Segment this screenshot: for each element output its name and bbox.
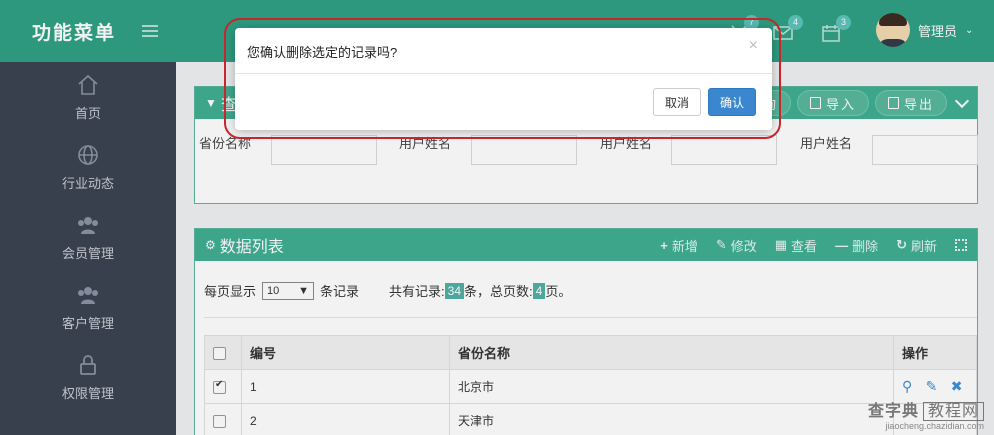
watermark-box: 教程网 — [922, 402, 984, 421]
watermark-main: 查字典 — [867, 403, 919, 420]
watermark-url: jiaocheng.chazidian.com — [885, 421, 984, 431]
watermark: 查字典 教程网 jiaocheng.chazidian.com — [868, 397, 984, 431]
confirm-dialog: 您确认删除选定的记录吗? × 取消 确认 — [235, 28, 772, 130]
cancel-button[interactable]: 取消 — [653, 88, 702, 116]
close-icon[interactable]: × — [749, 37, 758, 55]
divider — [235, 73, 772, 74]
dialog-message: 您确认删除选定的记录吗? — [247, 45, 398, 60]
confirm-button[interactable]: 确认 — [708, 88, 757, 116]
